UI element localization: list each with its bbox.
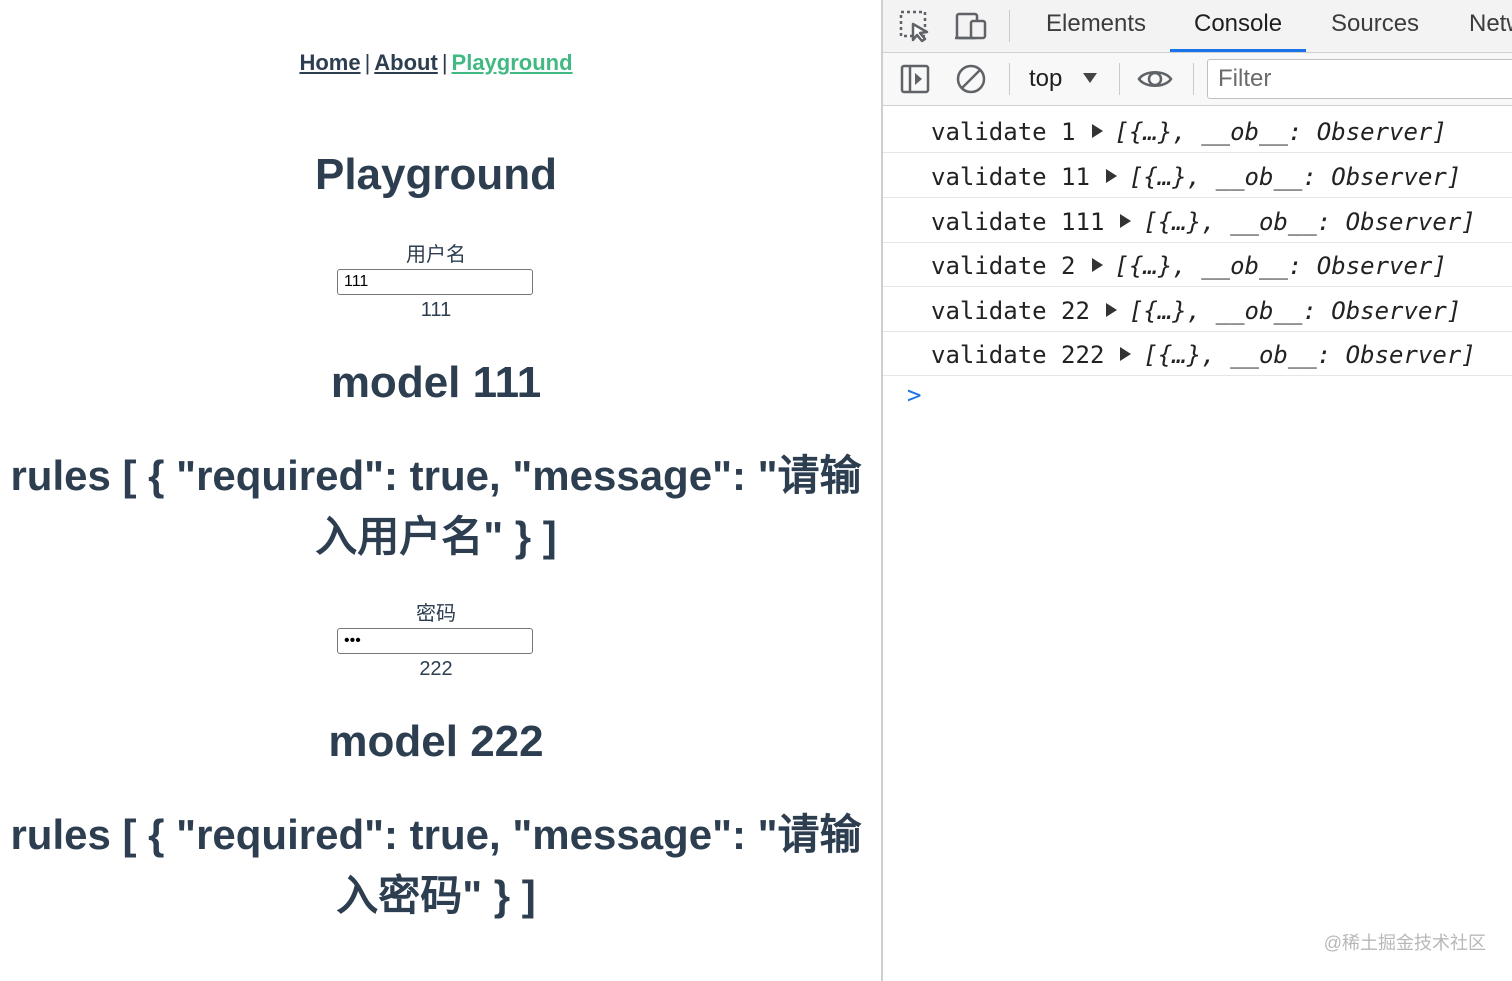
nav-link-home[interactable]: Home [299, 50, 360, 75]
console-log-row[interactable]: validate 2 [{…}, __ob__: Observer] [883, 242, 1512, 287]
log-object[interactable]: [{…}, __ob__: Observer] [1129, 297, 1461, 325]
expand-triangle-icon[interactable] [1105, 303, 1117, 317]
username-echo: 111 [420, 299, 452, 321]
device-toolbar-icon[interactable] [953, 8, 989, 44]
log-text: validate 11 [931, 163, 1090, 191]
tab-network[interactable]: Network [1469, 10, 1512, 52]
devtools-tab-bar: Elements Console Sources Network [883, 0, 1512, 53]
nav-separator: | [364, 50, 371, 75]
username-model-heading: model 111 [330, 358, 542, 407]
toolbar-divider [1009, 63, 1010, 95]
log-object[interactable]: [{…}, __ob__: Observer] [1129, 163, 1461, 191]
devtools-panel: Elements Console Sources Network top val… [881, 0, 1512, 981]
password-model-heading: model 222 [328, 717, 544, 766]
username-rules-heading: rules [ { "required": true, "message": "… [10, 452, 862, 560]
log-text: validate 2 [931, 252, 1076, 280]
expand-triangle-icon[interactable] [1105, 169, 1117, 183]
console-toolbar: top [883, 53, 1512, 106]
console-log-row[interactable]: validate 22 [{…}, __ob__: Observer] [883, 287, 1512, 332]
tab-divider [1009, 10, 1010, 42]
log-text: validate 22 [931, 297, 1090, 325]
console-log-row[interactable]: validate 222 [{…}, __ob__: Observer] [883, 331, 1512, 376]
clear-console-icon[interactable] [953, 61, 989, 97]
expand-triangle-icon[interactable] [1091, 258, 1103, 272]
nav-separator: | [441, 50, 448, 75]
console-log-row[interactable]: validate 11 [{…}, __ob__: Observer] [883, 153, 1512, 198]
console-log-row[interactable]: validate 1 [{…}, __ob__: Observer] [883, 108, 1512, 153]
log-text: validate 222 [931, 341, 1105, 369]
tab-elements[interactable]: Elements [1046, 10, 1146, 52]
expand-triangle-icon[interactable] [1120, 347, 1132, 361]
tab-console[interactable]: Console [1169, 10, 1307, 52]
console-log-row[interactable]: validate 111 [{…}, __ob__: Observer] [883, 198, 1512, 243]
log-object[interactable]: [{…}, __ob__: Observer] [1115, 118, 1447, 146]
chevron-down-icon[interactable] [1083, 73, 1097, 83]
nav-bar: Home | About | Playground [0, 50, 872, 76]
username-label: 用户名 [406, 244, 466, 266]
nav-link-about[interactable]: About [374, 50, 438, 75]
page-title: Playground [314, 150, 558, 199]
password-rules-heading: rules [ { "required": true, "message": "… [10, 811, 862, 919]
app-pane: Home | About | Playground Playground 用户名 111… [0, 0, 881, 981]
expand-triangle-icon[interactable] [1091, 124, 1103, 138]
log-text: validate 111 [931, 208, 1105, 236]
password-input[interactable] [337, 628, 533, 654]
console-filter-input[interactable] [1207, 59, 1512, 99]
password-echo: 222 [419, 658, 453, 680]
log-object[interactable]: [{…}, __ob__: Observer] [1115, 252, 1447, 280]
log-object[interactable]: [{…}, __ob__: Observer] [1143, 341, 1475, 369]
live-expression-eye-icon[interactable] [1137, 61, 1173, 97]
context-selector[interactable]: top [1029, 65, 1062, 93]
sidebar-toggle-icon[interactable] [897, 61, 933, 97]
username-input[interactable] [337, 269, 533, 295]
password-label: 密码 [416, 603, 456, 625]
watermark: @稀土掘金技术社区 [1323, 933, 1486, 953]
log-object[interactable]: [{…}, __ob__: Observer] [1143, 208, 1475, 236]
console-prompt-icon[interactable]: > [907, 381, 921, 409]
tab-sources[interactable]: Sources [1331, 10, 1419, 52]
log-text: validate 1 [931, 118, 1076, 146]
inspect-element-icon[interactable] [897, 8, 933, 44]
nav-link-playground[interactable]: Playground [452, 50, 573, 75]
toolbar-divider [1193, 63, 1194, 95]
toolbar-divider [1119, 63, 1120, 95]
expand-triangle-icon[interactable] [1120, 214, 1132, 228]
